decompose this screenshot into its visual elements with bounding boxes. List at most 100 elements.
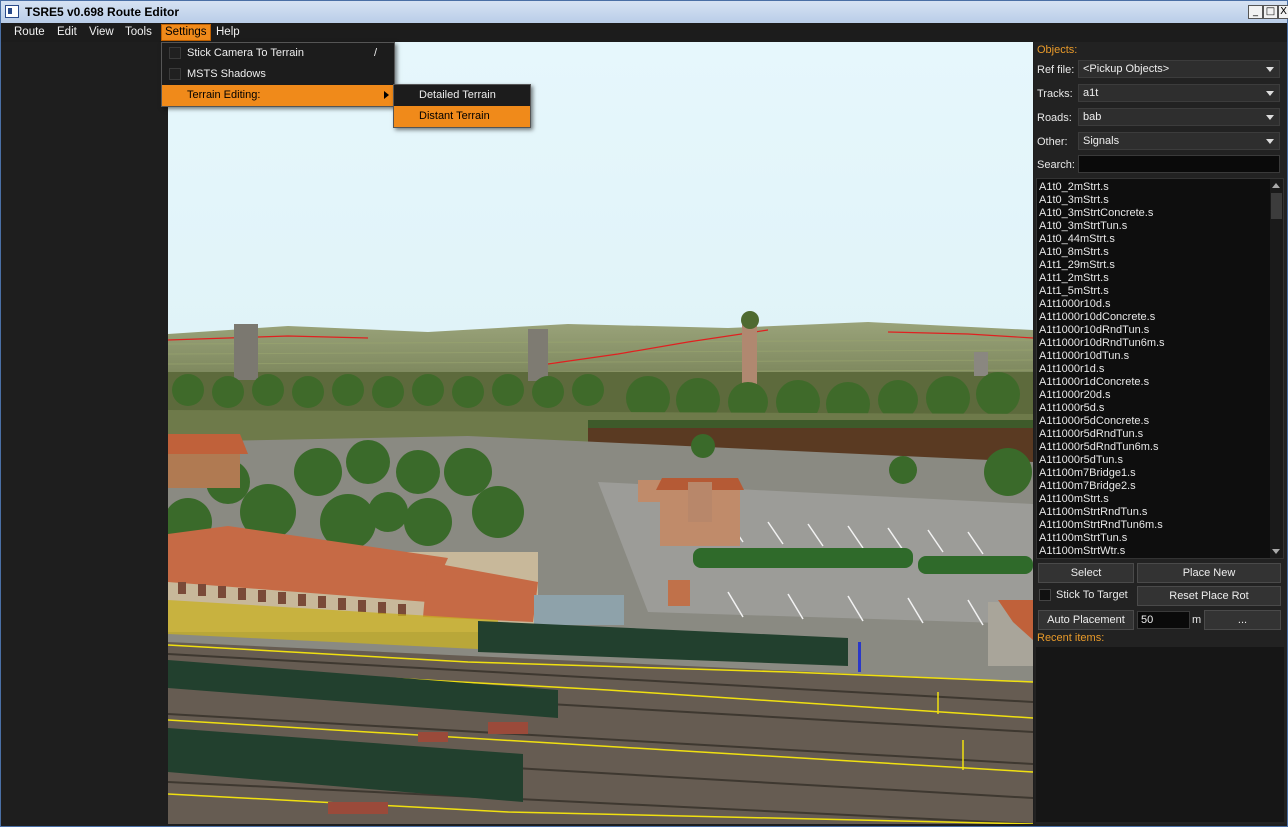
objects-header: Objects: [1037, 44, 1078, 56]
scroll-thumb[interactable] [1271, 193, 1282, 219]
list-item[interactable]: A1t1_2mStrt.s [1039, 272, 1269, 285]
chevron-down-icon [1266, 67, 1274, 72]
menu-edit[interactable]: Edit [54, 25, 80, 40]
menu-view[interactable]: View [86, 25, 117, 40]
menu-settings[interactable]: Settings [161, 24, 211, 41]
submenu-arrow-icon [384, 91, 389, 99]
place-new-button[interactable]: Place New [1137, 563, 1281, 583]
tower-center [528, 329, 548, 381]
roads-value: bab [1083, 111, 1102, 123]
object-list-items: A1t0_2mStrt.s A1t0_3mStrt.s A1t0_3mStrtCon… [1039, 181, 1269, 558]
other-value: Signals [1083, 135, 1120, 147]
list-item[interactable]: A1t1_29mStrt.s [1039, 259, 1269, 272]
recent-items-header: Recent items: [1037, 632, 1105, 644]
terrain-editing-submenu: Detailed Terrain Distant Terrain [393, 84, 531, 128]
auto-placement-distance-input[interactable] [1137, 611, 1190, 629]
menu-item-terrain-editing[interactable]: Terrain Editing: [162, 85, 394, 106]
left-panel [5, 42, 167, 824]
stick-to-target-label: Stick To Target [1056, 589, 1128, 601]
list-item[interactable]: A1t1000r10dRndTun6m.s [1039, 337, 1269, 350]
list-item[interactable]: A1t0_44mStrt.s [1039, 233, 1269, 246]
ref-file-label: Ref file: [1037, 64, 1075, 76]
reset-place-rot-button[interactable]: Reset Place Rot [1137, 586, 1281, 606]
chevron-down-icon [1266, 115, 1274, 120]
list-item[interactable]: A1t100mStrtWtr.s [1039, 545, 1269, 558]
list-item[interactable]: A1t1000r10dConcrete.s [1039, 311, 1269, 324]
menu-tools[interactable]: Tools [122, 25, 155, 40]
list-item[interactable]: A1t0_3mStrtConcrete.s [1039, 207, 1269, 220]
tower-left [234, 324, 258, 380]
list-item[interactable]: A1t100mStrtRndTun6m.s [1039, 519, 1269, 532]
auto-placement-button[interactable]: Auto Placement [1038, 610, 1134, 630]
tracks-value: a1t [1083, 87, 1099, 99]
list-item[interactable]: A1t100mStrt.s [1039, 493, 1269, 506]
recent-items-list[interactable] [1036, 647, 1284, 822]
tower-brick [742, 324, 757, 384]
window-title: TSRE5 v0.698 Route Editor [25, 5, 180, 19]
list-item[interactable]: A1t100m7Bridge1.s [1039, 467, 1269, 480]
close-button[interactable]: X [1278, 5, 1288, 19]
list-item[interactable]: A1t0_8mStrt.s [1039, 246, 1269, 259]
list-item[interactable]: A1t1000r5dRndTun.s [1039, 428, 1269, 441]
other-label: Other: [1037, 136, 1068, 148]
list-item[interactable]: A1t100mStrtRndTun.s [1039, 506, 1269, 519]
scroll-down-icon[interactable] [1272, 549, 1280, 554]
checkbox-icon [169, 47, 181, 59]
list-item[interactable]: A1t1000r1dConcrete.s [1039, 376, 1269, 389]
list-item[interactable]: A1t0_2mStrt.s [1039, 181, 1269, 194]
roads-select[interactable]: bab [1078, 108, 1280, 126]
menu-item-msts-shadows[interactable]: MSTS Shadows [162, 64, 394, 85]
scroll-up-icon[interactable] [1272, 183, 1280, 188]
object-list[interactable]: A1t0_2mStrt.s A1t0_3mStrt.s A1t0_3mStrtCon… [1036, 178, 1284, 559]
menu-route[interactable]: Route [11, 25, 48, 40]
list-item[interactable]: A1t1000r1d.s [1039, 363, 1269, 376]
list-item[interactable]: A1t1000r5dConcrete.s [1039, 415, 1269, 428]
app-window: TSRE5 v0.698 Route Editor _ □ X Route Ed… [0, 0, 1288, 827]
search-input[interactable] [1078, 155, 1280, 173]
list-item[interactable]: A1t100mStrtTun.s [1039, 532, 1269, 545]
objects-panel: Objects: Ref file: <Pickup Objects> Trac… [1034, 42, 1287, 824]
menu-item-distant-terrain[interactable]: Distant Terrain [394, 106, 530, 127]
minimize-button[interactable]: _ [1248, 5, 1263, 19]
list-item[interactable]: A1t1000r20d.s [1039, 389, 1269, 402]
stick-camera-label: Stick Camera To Terrain [187, 47, 304, 59]
tracks-label: Tracks: [1037, 88, 1073, 100]
list-scrollbar[interactable] [1270, 179, 1283, 558]
menu-item-stick-camera[interactable]: Stick Camera To Terrain / [162, 43, 394, 64]
list-item[interactable]: A1t100m7Bridge2.s [1039, 480, 1269, 493]
menu-item-detailed-terrain[interactable]: Detailed Terrain [394, 85, 530, 106]
list-item[interactable]: A1t1_5mStrt.s [1039, 285, 1269, 298]
tracks-select[interactable]: a1t [1078, 84, 1280, 102]
menu-help[interactable]: Help [213, 25, 243, 40]
scene-render [168, 42, 1033, 824]
ref-file-select[interactable]: <Pickup Objects> [1078, 60, 1280, 78]
chevron-down-icon [1266, 139, 1274, 144]
list-item[interactable]: A1t1000r5dRndTun6m.s [1039, 441, 1269, 454]
list-item[interactable]: A1t0_3mStrt.s [1039, 194, 1269, 207]
list-item[interactable]: A1t1000r5dTun.s [1039, 454, 1269, 467]
3d-viewport[interactable] [168, 42, 1033, 824]
chevron-down-icon [1266, 91, 1274, 96]
list-item[interactable]: A1t1000r10dTun.s [1039, 350, 1269, 363]
list-item[interactable]: A1t1000r10dRndTun.s [1039, 324, 1269, 337]
distance-unit-label: m [1192, 614, 1202, 626]
list-item[interactable]: A1t1000r10d.s [1039, 298, 1269, 311]
menu-bar: Route Edit View Tools Settings Help [1, 23, 1287, 42]
shortcut-label: / [374, 47, 378, 59]
distant-terrain-label: Distant Terrain [419, 110, 490, 122]
checkbox-icon [169, 68, 181, 80]
settings-menu: Stick Camera To Terrain / MSTS Shadows T… [161, 42, 395, 107]
more-options-button[interactable]: ... [1204, 610, 1281, 630]
app-icon [5, 5, 19, 18]
detailed-terrain-label: Detailed Terrain [419, 89, 496, 101]
title-bar: TSRE5 v0.698 Route Editor _ □ X [1, 1, 1288, 23]
roads-label: Roads: [1037, 112, 1072, 124]
other-select[interactable]: Signals [1078, 132, 1280, 150]
msts-shadows-label: MSTS Shadows [187, 68, 266, 80]
list-item[interactable]: A1t1000r5d.s [1039, 402, 1269, 415]
select-button[interactable]: Select [1038, 563, 1134, 583]
list-item[interactable]: A1t0_3mStrtTun.s [1039, 220, 1269, 233]
maximize-button[interactable]: □ [1263, 5, 1278, 19]
ref-file-value: <Pickup Objects> [1083, 63, 1170, 75]
stick-to-target-checkbox[interactable] [1039, 589, 1051, 601]
